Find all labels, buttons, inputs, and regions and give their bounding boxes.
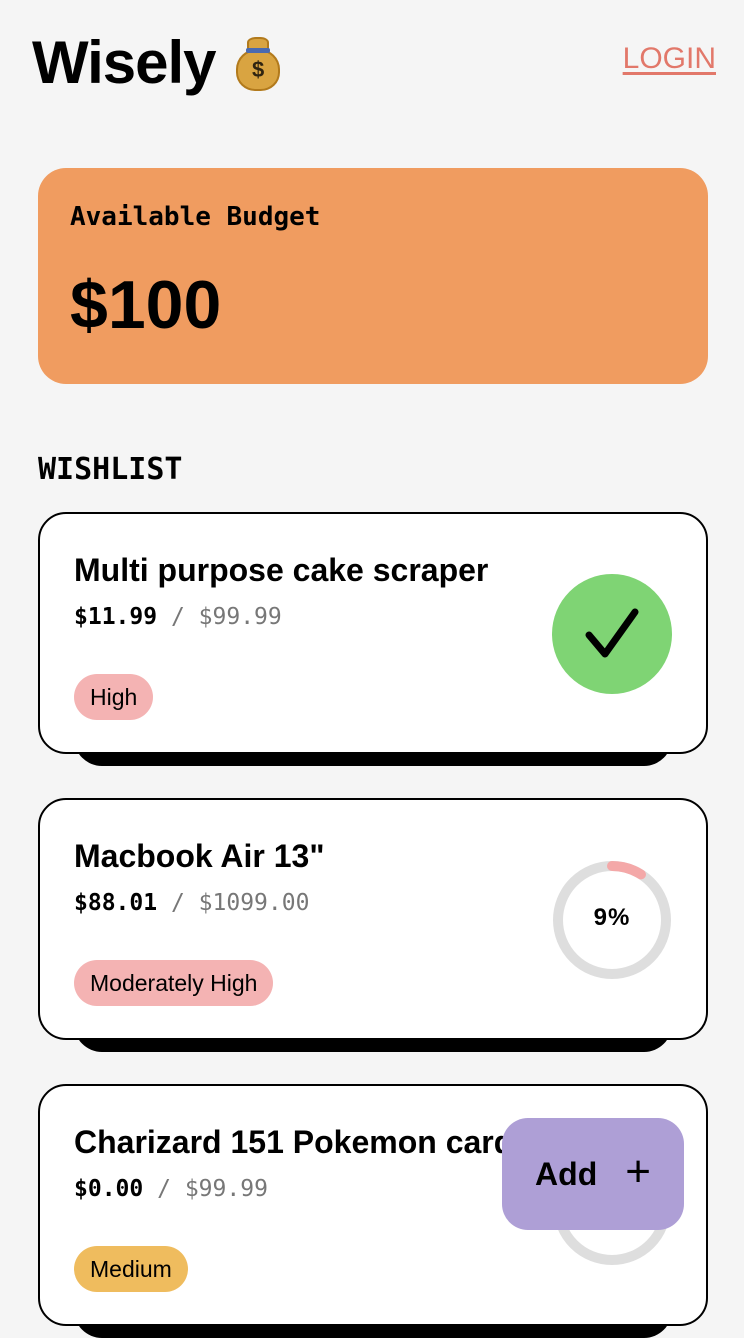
wishlist-item[interactable]: Macbook Air 13" $88.01 / $1099.00 Modera… xyxy=(38,798,708,1052)
item-price: $0.00 / $99.99 xyxy=(74,1176,268,1202)
item-total: $99.99 xyxy=(184,1176,268,1202)
item-saved: $11.99 xyxy=(74,604,158,630)
item-name: Charizard 151 Pokemon card xyxy=(74,1124,514,1160)
budget-card: Available Budget $100 xyxy=(38,168,708,384)
app-title: Wisely xyxy=(32,29,217,96)
add-button-label: Add xyxy=(535,1155,598,1192)
progress-complete xyxy=(552,574,672,694)
price-separator: / xyxy=(157,1176,171,1202)
priority-badge: High xyxy=(74,674,154,720)
item-price: $88.01 / $1099.00 xyxy=(74,890,309,916)
wishlist-item[interactable]: Multi purpose cake scraper $11.99 / $99.… xyxy=(38,512,708,766)
price-separator: / xyxy=(170,890,185,916)
item-total: $99.99 xyxy=(198,604,282,630)
login-link[interactable]: LOGIN xyxy=(623,42,716,76)
budget-amount: $100 xyxy=(70,267,222,343)
progress-ring: 9% xyxy=(552,860,672,980)
brand: Wisely $ xyxy=(32,28,282,97)
money-bag-icon: $ xyxy=(234,35,282,91)
item-saved: $88.01 xyxy=(74,890,158,916)
price-separator: / xyxy=(170,604,185,630)
add-item-button[interactable]: Add + xyxy=(502,1118,684,1230)
app-header: Wisely $ LOGIN xyxy=(32,24,716,104)
wishlist-title: WISHLIST xyxy=(38,452,183,487)
priority-badge: Moderately High xyxy=(74,960,274,1006)
checkmark-icon xyxy=(552,574,672,694)
item-name: Multi purpose cake scraper xyxy=(74,552,489,588)
wishlist-card[interactable]: Macbook Air 13" $88.01 / $1099.00 Modera… xyxy=(38,798,708,1040)
item-total: $1099.00 xyxy=(198,890,310,916)
item-saved: $0.00 xyxy=(74,1176,144,1202)
progress-percent: 9% xyxy=(593,904,631,931)
priority-badge: Medium xyxy=(74,1246,188,1292)
budget-label: Available Budget xyxy=(70,202,321,232)
wishlist-card[interactable]: Multi purpose cake scraper $11.99 / $99.… xyxy=(38,512,708,754)
item-name: Macbook Air 13" xyxy=(74,838,325,874)
item-price: $11.99 / $99.99 xyxy=(74,604,282,630)
plus-icon: + xyxy=(625,1147,651,1196)
